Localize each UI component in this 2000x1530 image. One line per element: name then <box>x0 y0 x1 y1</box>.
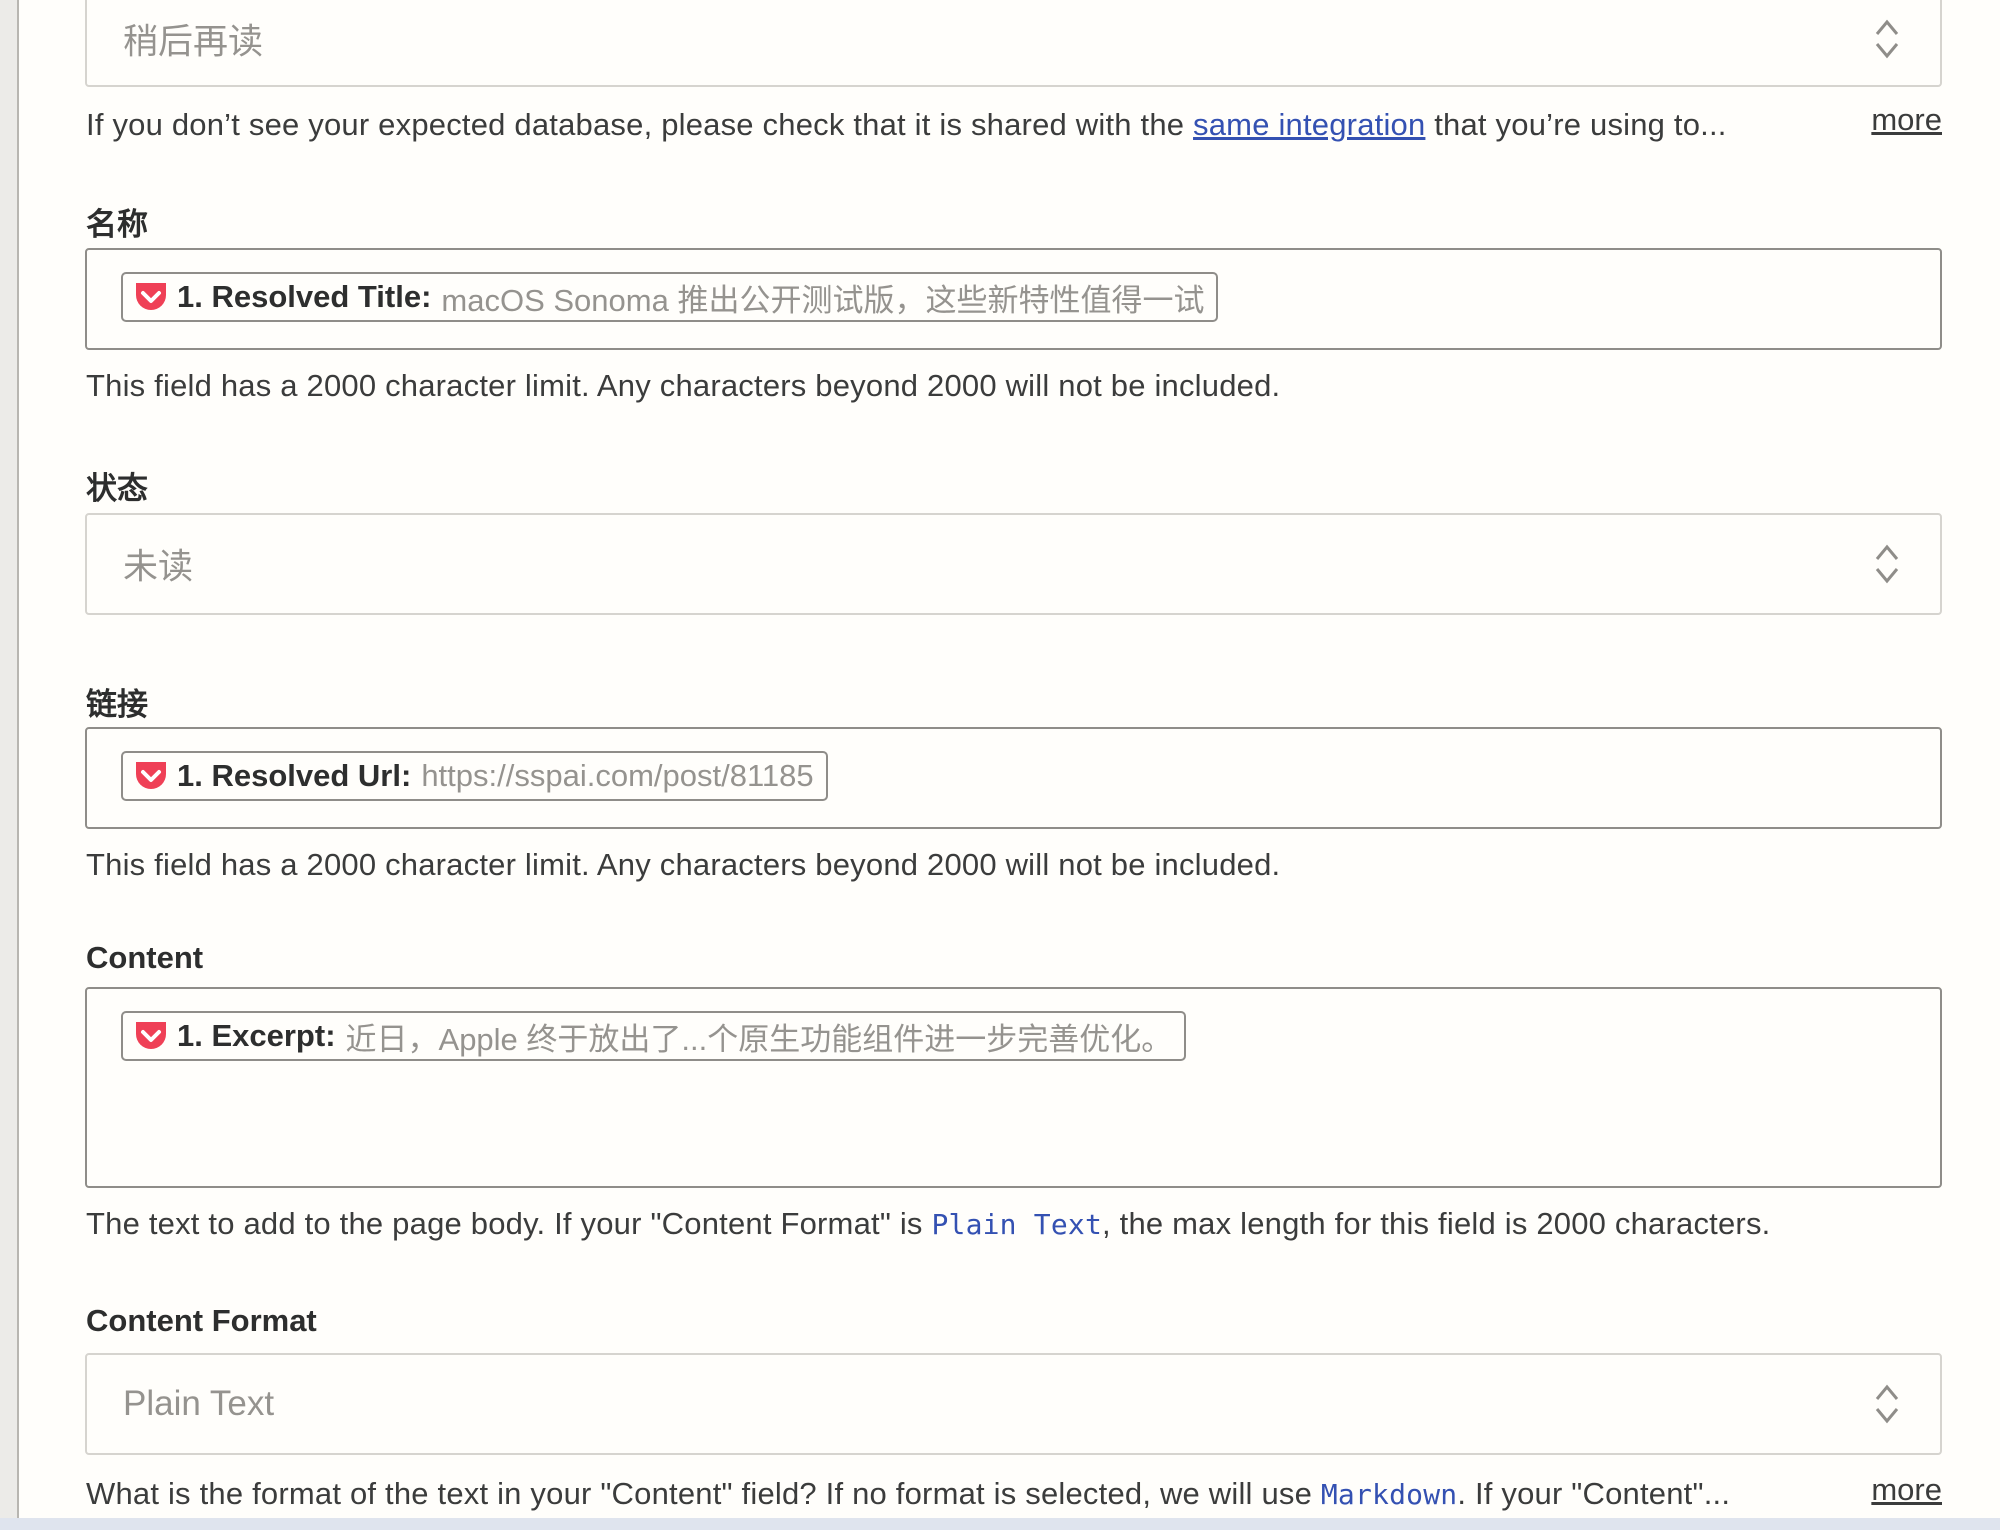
resolved-url-key: 1. Resolved Url: <box>177 758 412 793</box>
content-format-select[interactable]: Plain Text <box>85 1353 1942 1455</box>
database-help-more-link[interactable]: more <box>1871 102 1942 138</box>
resolved-url-value: https://sspai.com/post/81185 <box>421 758 814 793</box>
content-field-input[interactable]: 1. Excerpt: 近日，Apple 终于放出了...个原生功能组件进一步完… <box>85 987 1942 1188</box>
database-help-suffix: that you’re using to... <box>1425 107 1727 142</box>
status-select[interactable]: 未读 <box>85 513 1942 615</box>
read-later-select-value: 稍后再读 <box>123 22 264 62</box>
resolved-title-pill[interactable]: 1. Resolved Title: macOS Sonoma 推出公开测试版，… <box>121 272 1219 322</box>
read-later-select[interactable]: 稍后再读 <box>85 0 1942 87</box>
left-rail <box>0 0 19 1530</box>
status-select-value: 未读 <box>123 547 194 587</box>
resolved-title-value: macOS Sonoma 推出公开测试版，这些新特性值得一试 <box>441 282 1205 318</box>
link-field-input[interactable]: 1. Resolved Url: https://sspai.com/post/… <box>85 727 1942 829</box>
bottom-strip <box>0 1518 2000 1530</box>
resolved-url-pill[interactable]: 1. Resolved Url: https://sspai.com/post/… <box>121 751 828 801</box>
plain-text-code: Plain Text <box>931 1208 1103 1241</box>
excerpt-key: 1. Excerpt: <box>177 1018 336 1053</box>
content-field-label: Content <box>86 940 204 975</box>
database-help-text: If you don’t see your expected database,… <box>86 107 1727 143</box>
excerpt-pill[interactable]: 1. Excerpt: 近日，Apple 终于放出了...个原生功能组件进一步完… <box>121 1011 1187 1061</box>
content-field-help: The text to add to the page body. If you… <box>86 1206 1770 1242</box>
name-field-label: 名称 <box>86 207 148 242</box>
chevron-up-down-icon <box>1875 1384 1899 1424</box>
content-help-prefix: The text to add to the page body. If you… <box>86 1206 932 1241</box>
status-field-label: 状态 <box>86 471 148 506</box>
resolved-title-key: 1. Resolved Title: <box>177 279 432 314</box>
chevron-up-down-icon <box>1875 544 1899 584</box>
same-integration-link[interactable]: same integration <box>1193 107 1425 142</box>
content-format-help: What is the format of the text in your "… <box>86 1476 1730 1512</box>
name-field-help: This field has a 2000 character limit. A… <box>86 368 1281 403</box>
database-help-prefix: If you don’t see your expected database,… <box>86 107 1194 142</box>
chevron-up-down-icon <box>1875 19 1899 59</box>
link-field-help: This field has a 2000 character limit. A… <box>86 847 1281 882</box>
content-format-label: Content Format <box>86 1303 317 1338</box>
markdown-code: Markdown <box>1320 1478 1458 1511</box>
pocket-icon <box>136 1022 166 1049</box>
content-help-suffix: , the max length for this field is 2000 … <box>1102 1206 1771 1241</box>
content-format-select-value: Plain Text <box>123 1384 275 1423</box>
content-format-help-suffix: . If your "Content"... <box>1457 1476 1731 1511</box>
name-field-input[interactable]: 1. Resolved Title: macOS Sonoma 推出公开测试版，… <box>85 248 1942 350</box>
excerpt-value: 近日，Apple 终于放出了...个原生功能组件进一步完善优化。 <box>345 1021 1173 1057</box>
pocket-icon <box>136 283 166 310</box>
pocket-icon <box>136 762 166 789</box>
link-field-label: 链接 <box>86 687 148 722</box>
content-format-more-link[interactable]: more <box>1871 1472 1942 1508</box>
content-format-help-prefix: What is the format of the text in your "… <box>86 1476 1321 1511</box>
